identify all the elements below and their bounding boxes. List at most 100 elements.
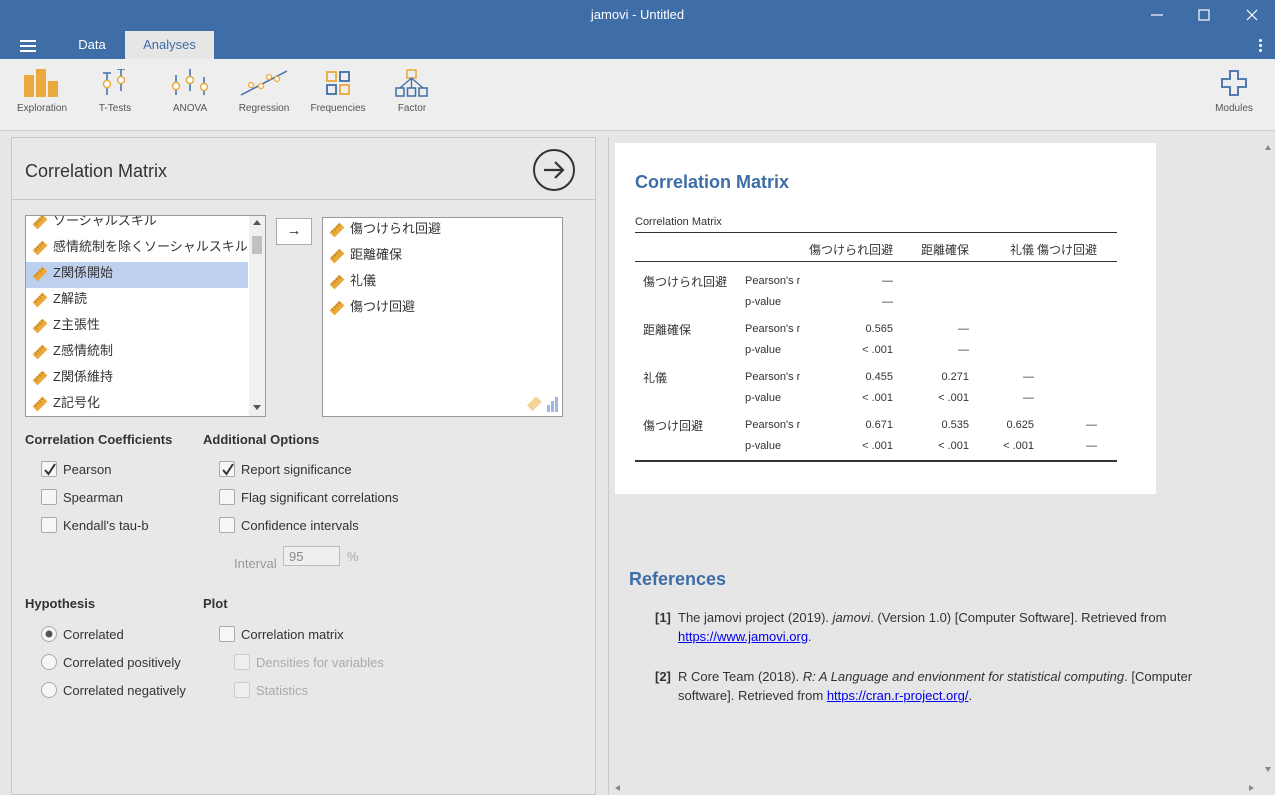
ruler-icon [329, 248, 345, 271]
variable-name: Z解読 [53, 291, 87, 306]
plus-icon [1221, 70, 1247, 96]
ruler-icon [32, 216, 48, 237]
table-cell: — [958, 344, 969, 356]
confidence-intervals-checkbox-box[interactable] [219, 517, 235, 533]
results-vertical-scrollbar[interactable] [1261, 137, 1275, 795]
selected-variable-item[interactable]: 距離確保 [323, 244, 562, 270]
stat-label: Pearson's r [745, 275, 801, 287]
correlated-positively-radio-circle[interactable] [41, 654, 57, 670]
spearman-checkbox-box[interactable] [41, 489, 57, 505]
correlation-table: 傷つけられ回避 距離確保 礼儀 傷つけ回避 傷つけられ回避 Pearson's r p-va… [615, 143, 1156, 494]
available-variable-item[interactable]: Z関係開始 [26, 262, 248, 288]
pearson-checkbox-box[interactable] [41, 461, 57, 477]
ttests-icon [102, 69, 126, 95]
available-variables-list[interactable]: ソーシャルスキル感情統制を除くソーシャルスキル Z関係開始 Z解読 Z主張性 Z感情統制… [25, 215, 266, 417]
factor-button[interactable]: Factor [377, 69, 447, 114]
selected-variable-item[interactable]: 傷つけられ回避 [323, 218, 562, 244]
modules-button[interactable]: Modules [1199, 69, 1269, 114]
tab-bar: Data Analyses [0, 31, 1275, 59]
reference-1-text: The jamovi project (2019). jamovi. (Vers… [678, 608, 1238, 646]
available-variable-item[interactable]: Z関係維持 [26, 366, 248, 392]
variable-types-icon [526, 396, 558, 412]
row-label: 傷つけ回避 [643, 419, 704, 433]
minimize-icon [1151, 14, 1163, 16]
available-variable-item[interactable]: Z感情統制 [26, 340, 248, 366]
available-variable-item[interactable]: Z記号化 [26, 392, 248, 416]
hypothesis-heading: Hypothesis [25, 596, 96, 611]
ruler-icon [32, 266, 48, 289]
report-significance-checkbox-box[interactable] [219, 461, 235, 477]
available-variable-item[interactable]: Z主張性 [26, 314, 248, 340]
check-icon [44, 463, 56, 476]
available-variable-item[interactable]: 感情統制を除くソーシャルスキル [26, 236, 248, 262]
stat-label: Pearson's r [745, 323, 801, 335]
reference-1-detail: . (Version 1.0) [Computer Software]. Ret… [870, 610, 1167, 625]
flag-significant-label: Flag significant correlations [241, 490, 399, 505]
more-options-icon[interactable] [1259, 39, 1263, 54]
stat-label: p-value [745, 392, 782, 404]
variable-name: Z関係維持 [53, 369, 113, 384]
tab-analyses[interactable]: Analyses [125, 31, 214, 59]
frequencies-button[interactable]: Frequencies [303, 69, 373, 114]
correlated-negatively-label: Correlated negatively [63, 683, 186, 698]
ttests-button[interactable]: T-Tests [80, 69, 150, 114]
frequencies-label: Frequencies [310, 103, 366, 114]
close-button[interactable] [1229, 0, 1275, 31]
table-cell: — [1086, 419, 1097, 431]
kendall-checkbox-box[interactable] [41, 517, 57, 533]
maximize-icon [1198, 9, 1210, 21]
available-variables-scrollbar[interactable] [249, 216, 265, 416]
stat-label: p-value [745, 344, 782, 356]
collapse-options-button[interactable] [533, 149, 575, 191]
reference-1-link[interactable]: https://www.jamovi.org [678, 629, 808, 644]
table-cell: 0.271 [941, 371, 969, 383]
selected-variables-items: 傷つけられ回避距離確保礼儀傷つけ回避 [323, 218, 562, 322]
exploration-icon [24, 69, 58, 97]
ruler-icon [32, 396, 48, 416]
tab-data[interactable]: Data [62, 31, 122, 59]
options-title: Correlation Matrix [25, 161, 168, 181]
kendall-label: Kendall's tau-b [63, 518, 149, 533]
results-card: Correlation Matrix Correlation Matrix 傷つ… [615, 143, 1156, 494]
available-variables-items: ソーシャルスキル感情統制を除くソーシャルスキル Z関係開始 Z解読 Z主張性 Z感情統制… [26, 216, 248, 416]
available-variable-item[interactable]: ソーシャルスキル [26, 216, 248, 237]
ruler-icon [32, 292, 48, 315]
maximize-button[interactable] [1181, 0, 1227, 31]
selected-variable-item[interactable]: 礼儀 [323, 270, 562, 296]
correlated-negatively-radio-circle[interactable] [41, 682, 57, 698]
results-horizontal-scrollbar[interactable] [609, 781, 1262, 795]
anova-button[interactable]: ANOVA [155, 69, 225, 114]
title-bar: jamovi - Untitled [0, 0, 1275, 31]
available-variable-item[interactable]: Z解読 [26, 288, 248, 314]
selected-variables-list[interactable]: 傷つけられ回避距離確保礼儀傷つけ回避 [322, 217, 563, 417]
variable-name: 傷つけられ回避 [350, 221, 442, 236]
correlated-label: Correlated [63, 627, 124, 642]
table-cell: < .001 [862, 344, 893, 356]
references-title: References [629, 569, 727, 589]
correlated-positively-label: Correlated positively [63, 655, 181, 670]
move-variable-button[interactable]: → [276, 218, 312, 245]
densities-checkbox-box[interactable] [234, 654, 250, 670]
table-cell: — [882, 296, 893, 308]
menu-icon[interactable] [20, 40, 36, 52]
selected-variable-item[interactable]: 傷つけ回避 [323, 296, 562, 322]
variable-name: 感情統制を除くソーシャルスキル [53, 239, 248, 254]
reference-2-link[interactable]: https://cran.r-project.org/ [827, 688, 969, 703]
exploration-button[interactable]: Exploration [7, 69, 77, 114]
correlation-matrix-plot-checkbox-box[interactable] [219, 626, 235, 642]
table-cell: — [1023, 371, 1034, 383]
statistics-checkbox-box[interactable] [234, 682, 250, 698]
minimize-button[interactable] [1134, 0, 1180, 31]
table-cell: — [882, 275, 893, 287]
confidence-intervals-label: Confidence intervals [241, 518, 359, 533]
variable-name: 礼儀 [350, 273, 377, 288]
flag-significant-checkbox-box[interactable] [219, 489, 235, 505]
regression-button[interactable]: Regression [229, 69, 299, 114]
reference-1-author: The jamovi project (2019). [678, 610, 833, 625]
table-cell: < .001 [938, 392, 969, 404]
interval-input[interactable] [283, 546, 340, 566]
table-cell: 0.625 [1006, 419, 1034, 431]
reference-2-end: . [968, 688, 973, 703]
correlated-radio-circle[interactable] [41, 626, 57, 642]
options-header: Correlation Matrix [12, 138, 595, 200]
